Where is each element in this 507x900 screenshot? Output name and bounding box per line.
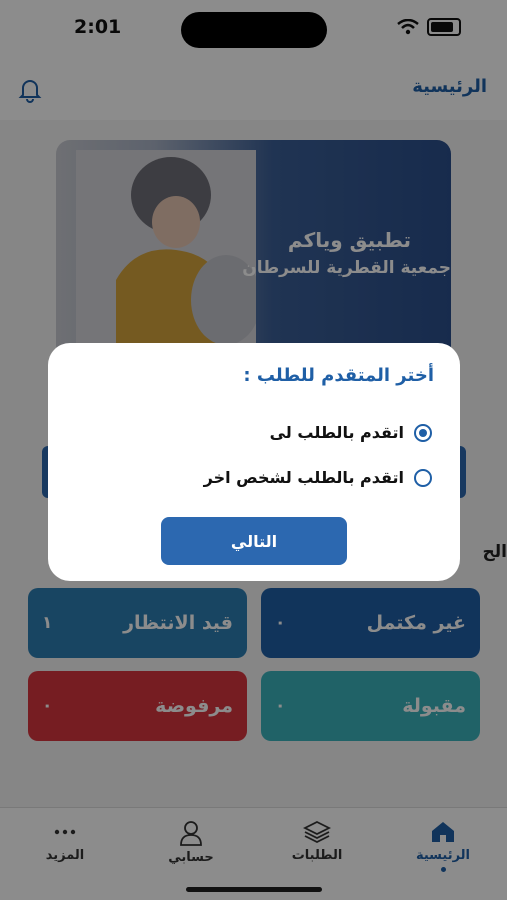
dialog-title: أختر المتقدم للطلب : [243,365,434,386]
radio-unselected-icon[interactable] [414,468,432,487]
option-label: اتقدم بالطلب لى [269,423,404,442]
next-button[interactable]: التالي [161,517,347,565]
home-indicator [186,887,322,892]
option-label: اتقدم بالطلب لشخص اخر [203,468,404,487]
option-other[interactable]: اتقدم بالطلب لشخص اخر [204,468,432,487]
option-self[interactable]: اتقدم بالطلب لى [270,423,432,442]
applicant-dialog: أختر المتقدم للطلب : اتقدم بالطلب لى اتق… [48,343,460,581]
radio-selected-icon[interactable] [414,423,432,442]
